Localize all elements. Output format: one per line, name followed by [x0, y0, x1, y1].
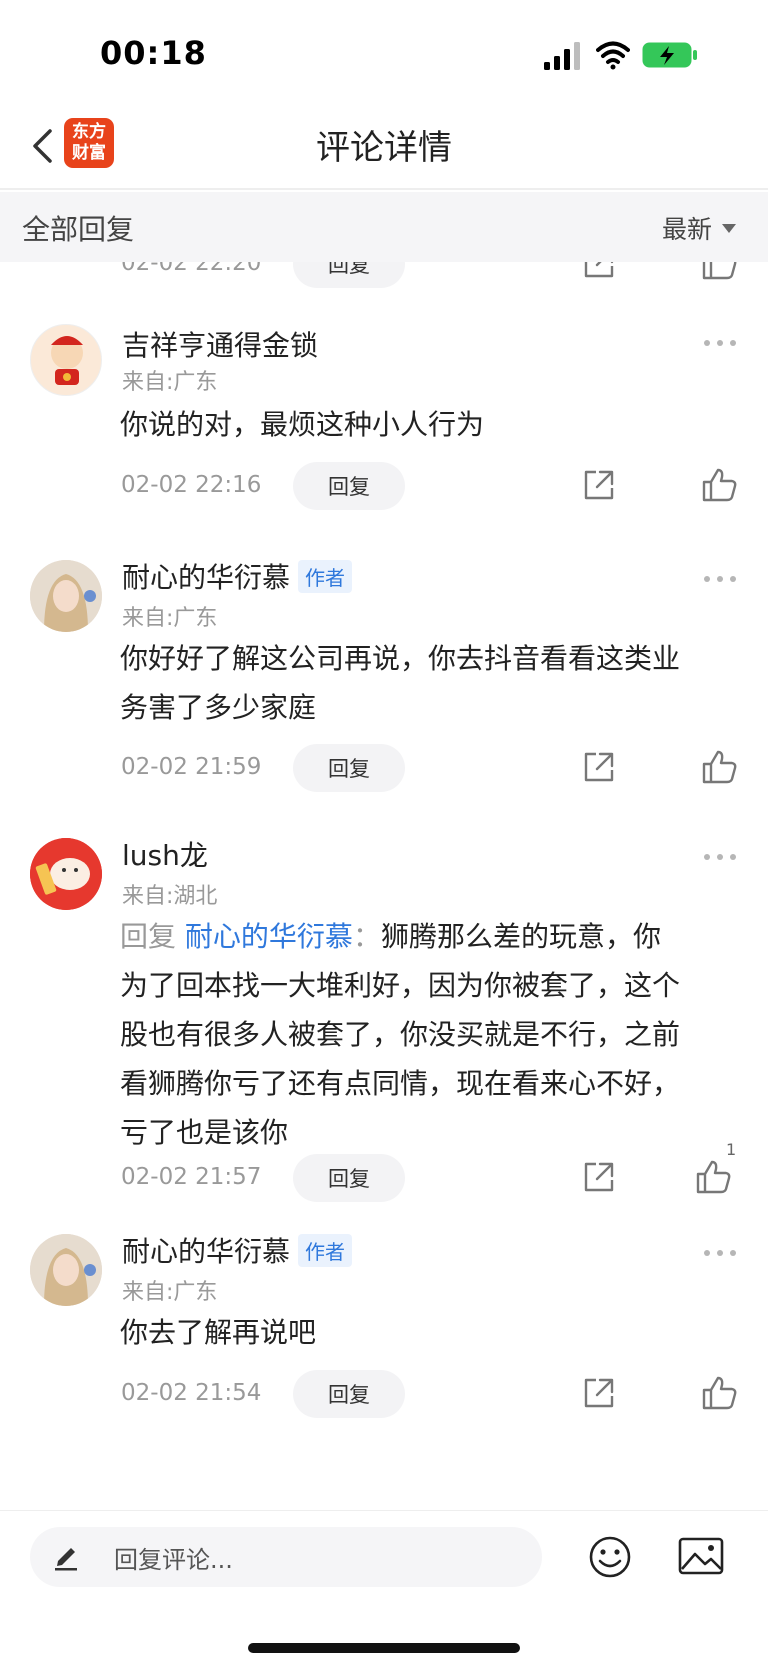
comment-time: 02-02 21:57: [121, 1164, 262, 1190]
username-text: lush龙: [122, 839, 208, 872]
location: 来自:广东: [122, 606, 218, 631]
avatar[interactable]: [30, 838, 102, 910]
image-icon[interactable]: [678, 1536, 724, 1576]
sort-bar: 全部回复 最新: [0, 192, 768, 262]
comment-item: 耐心的华衍慕 作者 来自:广东 你去了解再说吧 02-02 21:54 回复: [0, 1230, 768, 1430]
more-dots-icon[interactable]: [704, 1250, 736, 1258]
status-time: 00:18: [100, 34, 207, 72]
like-icon[interactable]: [700, 262, 738, 282]
comment-text-line: 看狮腾你亏了还有点同情，现在看来心不好，: [120, 1067, 681, 1100]
avatar[interactable]: [30, 560, 102, 632]
sort-label: 最新: [661, 215, 712, 244]
comment-text-line-part: 狮腾那么差的玩意，你: [380, 920, 661, 953]
comment-time: 02-02 22:20: [121, 262, 262, 276]
comment-text: 你去了解再说吧: [120, 1316, 317, 1349]
comment-text: 回复 耐心的华衍慕：狮腾那么差的玩意，你 为了回本找一大堆利好，因为你被套了，这…: [120, 912, 736, 1157]
bottom-bar: 回复评论...: [0, 1510, 768, 1663]
reply-input[interactable]: 回复评论...: [30, 1527, 542, 1587]
username[interactable]: 耐心的华衍慕 作者: [122, 1230, 353, 1270]
comment-meta: 02-02 21:57 回复 1: [0, 1140, 768, 1206]
share-icon[interactable]: [582, 468, 616, 502]
reply-button[interactable]: 回复: [293, 744, 405, 792]
avatar-image: [30, 560, 102, 632]
username[interactable]: 吉祥亨通得金锁: [122, 324, 318, 364]
like-icon[interactable]: [700, 748, 738, 786]
comment-text-line: 亏了也是该你: [120, 1116, 289, 1149]
reply-button[interactable]: 回复: [293, 262, 405, 288]
page-title: 评论详情: [316, 128, 452, 168]
comment-text: 你好好了解这公司再说，你去抖音看看这类业 务害了多少家庭: [120, 634, 736, 732]
like-icon[interactable]: [694, 1158, 732, 1196]
pencil-icon: [55, 1548, 77, 1571]
comment-item: 吉祥亨通得金锁 来自:广东 你说的对，最烦这种小人行为 02-02 22:16 …: [0, 320, 768, 520]
comment-meta: 02-02 21:54 回复: [0, 1370, 768, 1422]
comment-text: 你说的对，最烦这种小人行为: [120, 408, 485, 441]
username[interactable]: lush龙: [122, 834, 208, 874]
avatar[interactable]: [30, 1234, 102, 1306]
reply-button[interactable]: 回复: [293, 1154, 405, 1202]
nav-bar: 东方 财富 评论详情: [0, 110, 768, 190]
comment-meta: 02-02 21:59 回复: [0, 744, 768, 796]
reply-button[interactable]: 回复: [293, 1370, 405, 1418]
comment-text-line: 回复 耐心的华衍慕：狮腾那么差的玩意，你: [120, 912, 736, 961]
reply-prefix: 回复: [120, 920, 177, 953]
reply-colon: ：: [352, 920, 381, 953]
comment-text-line: 你好好了解这公司再说，你去抖音看看这类业: [120, 642, 681, 675]
like-icon[interactable]: [700, 466, 738, 504]
username-text: 耐心的华衍慕: [122, 1235, 291, 1268]
home-indicator: [248, 1643, 520, 1653]
wifi-icon: [596, 41, 630, 70]
username-text: 吉祥亨通得金锁: [122, 329, 319, 362]
share-icon[interactable]: [582, 750, 616, 784]
comment-time: 02-02 21:54: [121, 1380, 262, 1406]
reply-input-placeholder: 回复评论...: [114, 1546, 233, 1574]
share-icon[interactable]: [582, 262, 616, 280]
reply-button[interactable]: 回复: [293, 462, 405, 510]
location: 来自:广东: [122, 370, 218, 395]
author-badge: 作者: [298, 1233, 353, 1267]
like-icon[interactable]: [700, 1374, 738, 1412]
location: 来自:湖北: [122, 884, 218, 909]
avatar-image: [51, 336, 83, 385]
comment-item: 耐心的华衍慕 作者 来自:广东 你好好了解这公司再说，你去抖音看看这类业 务害了…: [0, 556, 768, 806]
comment-time: 02-02 21:59: [121, 754, 262, 780]
emoji-icon[interactable]: [588, 1535, 632, 1579]
comment-text-line: 务害了多少家庭: [120, 691, 317, 724]
comment-meta: 02-02 22:16 回复: [0, 462, 768, 514]
username-text: 耐心的华衍慕: [122, 561, 291, 594]
avatar[interactable]: [30, 324, 102, 396]
more-dots-icon[interactable]: [704, 340, 736, 348]
avatar-image: [30, 1234, 102, 1306]
comment-meta: 02-02 22:20 回复: [0, 262, 768, 292]
signal-icon: [544, 42, 580, 70]
battery-charging-icon: [642, 42, 697, 68]
status-bar: 00:18: [0, 0, 768, 110]
comment-text-line: 为了回本找一大堆利好，因为你被套了，这个: [120, 969, 681, 1002]
more-dots-icon[interactable]: [704, 854, 736, 862]
username[interactable]: 耐心的华衍慕 作者: [122, 556, 353, 596]
comment-list[interactable]: 02-02 22:20 回复 吉祥亨通得金锁 来自:广东 你说的对，最烦这种小人…: [0, 262, 768, 1510]
share-icon[interactable]: [582, 1376, 616, 1410]
caret-down-icon: [722, 223, 736, 233]
sort-dropdown[interactable]: 最新: [662, 210, 736, 246]
location: 来自:广东: [122, 1280, 218, 1305]
comment-item: lush龙 来自:湖北 回复 耐心的华衍慕：狮腾那么差的玩意，你 为了回本找一大…: [0, 834, 768, 1214]
like-count: 1: [726, 1140, 737, 1159]
comment-time: 02-02 22:16: [121, 472, 262, 498]
avatar-image: [30, 838, 102, 910]
reply-target-link[interactable]: 耐心的华衍慕: [185, 920, 353, 953]
comment-text-line: 股也有很多人被套了，你没买就是不行，之前: [120, 1018, 681, 1051]
more-dots-icon[interactable]: [704, 576, 736, 584]
author-badge: 作者: [298, 559, 353, 593]
share-icon[interactable]: [582, 1160, 616, 1194]
all-replies-label: 全部回复: [22, 213, 135, 246]
